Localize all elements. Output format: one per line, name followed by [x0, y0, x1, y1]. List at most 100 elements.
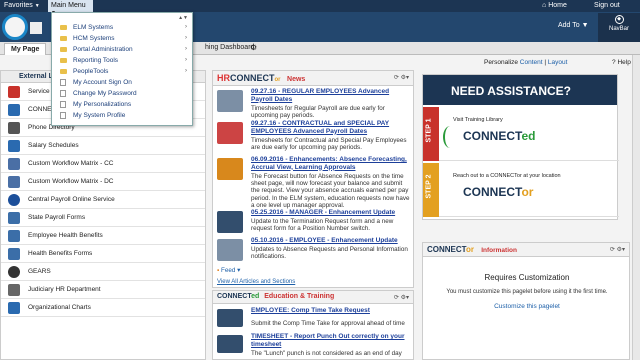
home-label: Home [548, 2, 567, 9]
phone-icon [8, 121, 20, 134]
need-assistance-banner: NEED ASSISTANCE? STEP 1 Visit Training L… [422, 74, 619, 220]
edu-title: Education & Training [264, 293, 335, 300]
navbar-label: NavBar [608, 26, 629, 32]
left-item[interactable]: Salary Schedules [1, 137, 205, 155]
help-link[interactable]: ? Help [612, 59, 631, 66]
edu-text: Submit the Comp Time Take for approval a… [251, 320, 405, 327]
pagelet-options-icon[interactable]: ⟳ ⚙▾ [610, 246, 625, 253]
information-pagelet: CONNECTor Information ⟳ ⚙▾ Requires Cust… [422, 242, 630, 360]
brand-or: or [465, 245, 474, 254]
menu-item-portal-administration[interactable]: Portal Administration › [60, 44, 190, 54]
menu-item-my-account-sign-on[interactable]: My Account Sign On [60, 77, 190, 87]
menu-item-my-personalizations[interactable]: My Personalizations [60, 99, 190, 109]
left-item-label: Custom Workflow Matrix - DC [28, 178, 114, 185]
news-heading: News [287, 76, 306, 83]
connected-icon [8, 103, 20, 116]
step-two[interactable]: STEP 2 Reach out to a CONNECTor at your … [423, 163, 619, 217]
menu-item-my-system-profile[interactable]: My System Profile [60, 110, 190, 120]
news-pagelet: HRCONNECTor News ⟳ ⚙▾ 09.27.16 - REGULAR… [212, 70, 414, 288]
edu-title-link[interactable]: TIMESHEET - Report Punch Out correctly o… [251, 333, 411, 348]
connected-logo: CONNECTed [463, 129, 535, 143]
main-menu-label: Main Menu [51, 2, 86, 9]
compass-icon: ◆ [614, 15, 624, 24]
left-item[interactable]: Custom Workflow Matrix - CC [1, 155, 205, 173]
navbar-button[interactable]: ◆ NavBar [598, 13, 640, 42]
chevron-right-icon: › [185, 46, 187, 52]
news-title-link[interactable]: 09.27.16 - REGULAR EMPLOYEES Advanced Pa… [251, 88, 411, 103]
menu-item-reporting-tools[interactable]: Reporting Tools › [60, 55, 190, 65]
news-title-link[interactable]: 05.10.2016 - EMPLOYEE - Enhancement Upda… [251, 237, 411, 245]
brand-connect: CONNECT [230, 73, 275, 83]
menu-item-elm-systems[interactable]: ELM Systems › [60, 22, 190, 32]
sign-out-link[interactable]: Sign out [594, 2, 620, 9]
news-thumbnail [217, 211, 243, 233]
step-text: Reach out to a CONNECTor at your locatio… [453, 173, 561, 179]
left-item-label: Employee Health Benefits [28, 232, 103, 239]
document-icon [8, 139, 20, 152]
left-item[interactable]: Employee Health Benefits [1, 227, 205, 245]
power-icon [8, 85, 20, 98]
menu-item-peopletools[interactable]: PeopleTools › [60, 66, 190, 76]
folder-icon [60, 24, 67, 30]
help-icon: ? [612, 59, 616, 66]
favorites-menu[interactable]: Favorites ▼ [4, 2, 40, 9]
view-all-articles-link[interactable]: View All Articles and Sections [217, 279, 295, 285]
customize-pagelet-link[interactable]: Customize this pagelet [423, 303, 631, 310]
chevron-right-icon: › [185, 24, 187, 30]
left-item[interactable]: Central Payroll Online Service [1, 191, 205, 209]
left-item[interactable]: GEARS [1, 263, 205, 281]
left-item-label: Salary Schedules [28, 142, 79, 149]
tab-dashboard[interactable]: hing Dashboard [205, 44, 254, 51]
personalize-label: Personalize [484, 59, 518, 66]
menu-item-label: Portal Administration [73, 45, 133, 53]
step-one[interactable]: STEP 1 Visit Training Library CONNECTed [423, 107, 619, 161]
left-item[interactable]: State Payroll Forms [1, 209, 205, 227]
gears-icon [8, 265, 20, 278]
menu-item-label: My System Profile [73, 111, 126, 119]
menu-item-change-my-password[interactable]: Change My Password [60, 88, 190, 98]
logo [2, 14, 28, 40]
brand-ed: ed [251, 293, 260, 300]
brand-connect: CONNECT [463, 129, 522, 143]
requires-customization-title: Requires Customization [484, 273, 570, 282]
news-title-link[interactable]: 09.27.16 - CONTRACTUAL and SPECIAL PAY E… [251, 120, 411, 135]
home-icon: ⌂ [542, 2, 547, 9]
hr-icon [8, 283, 20, 296]
feed-link[interactable]: ▪ Feed ▾ [217, 267, 240, 274]
left-item-label: Service [28, 88, 50, 95]
news-title-link[interactable]: 06.09.2016 - Enhancements: Absence Forec… [251, 156, 411, 171]
scroll-up-icon[interactable]: ▲▼ [178, 15, 188, 21]
news-thumbnail [217, 122, 243, 144]
personalize-layout-link[interactable]: Layout [548, 59, 568, 66]
news-title-link[interactable]: 05.25.2016 - MANAGER - Enhancement Updat… [251, 209, 411, 217]
connector-logo: CONNECTor [463, 185, 533, 199]
menu-item-label: PeopleTools [73, 67, 109, 75]
left-item[interactable]: Organizational Charts [1, 299, 205, 317]
left-item[interactable]: Judiciary HR Department [1, 281, 205, 299]
home-link[interactable]: ⌂ Home [542, 2, 567, 9]
pagelet-options-icon[interactable]: ⟳ ⚙▾ [394, 294, 409, 301]
pagelet-options-icon[interactable]: ⟳ ⚙▾ [394, 74, 409, 81]
info-title: Information [481, 247, 517, 254]
left-item-label: Health Benefits Forms [28, 250, 93, 257]
main-menu[interactable]: Main Menu ▼ [48, 0, 93, 16]
requires-customization-text: You must customize this pagelet before u… [446, 289, 608, 295]
personalize-content-link[interactable]: Content [520, 59, 543, 66]
document-icon [60, 111, 66, 119]
gear-icon[interactable]: ⚙ [250, 43, 257, 52]
step-two-bar: STEP 2 [423, 163, 439, 217]
page-scrollbar[interactable] [632, 55, 640, 360]
news-text: Updates to Absence Requests and Personal… [251, 246, 408, 261]
news-text: Update to the Termination Request form a… [251, 218, 394, 233]
chevron-down-icon: ▼ [581, 22, 589, 29]
edu-title-link[interactable]: EMPLOYEE: Comp Time Take Request [251, 307, 411, 315]
tab-my-page[interactable]: My Page [4, 43, 47, 55]
left-item[interactable]: Custom Workflow Matrix - DC [1, 173, 205, 191]
left-item[interactable]: Health Benefits Forms [1, 245, 205, 263]
folder-icon [60, 35, 67, 41]
add-to-menu[interactable]: Add To ▼ [558, 22, 589, 29]
menu-item-hcm-systems[interactable]: HCM Systems › [60, 33, 190, 43]
feed-label: Feed [220, 267, 236, 274]
edu-header: CONNECTed Education & Training [213, 291, 413, 304]
left-item-label: Organizational Charts [28, 304, 91, 311]
